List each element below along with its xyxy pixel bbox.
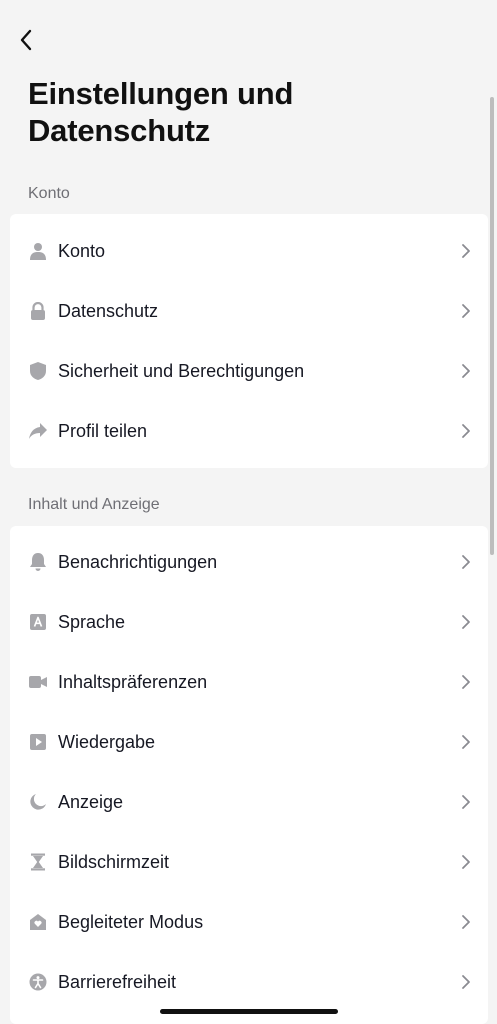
- menu-item-sicherheit[interactable]: Sicherheit und Berechtigungen: [10, 341, 488, 401]
- chevron-right-icon: [460, 854, 472, 870]
- menu-item-wiedergabe[interactable]: Wiedergabe: [10, 712, 488, 772]
- menu-item-label: Datenschutz: [58, 300, 159, 321]
- chevron-right-icon: [460, 914, 472, 930]
- menu-item-label: Barrierefreiheit: [58, 971, 177, 992]
- accessibility-icon: [28, 972, 48, 992]
- shield-icon: [28, 361, 48, 381]
- chevron-right-icon: [460, 243, 472, 259]
- chevron-right-icon: [460, 614, 472, 630]
- menu-item-label: Sicherheit und Berechtigungen: [58, 360, 305, 381]
- menu-item-label: Inhaltspräferenzen: [58, 671, 208, 692]
- menu-item-datenschutz[interactable]: Datenschutz: [10, 281, 488, 341]
- chevron-right-icon: [460, 974, 472, 990]
- section-label-konto: Konto: [28, 185, 70, 202]
- konto-card: Konto Datenschutz Sicherheit und Berecht…: [10, 214, 488, 468]
- menu-item-label: Wiedergabe: [58, 731, 156, 752]
- chevron-right-icon: [460, 734, 472, 750]
- menu-item-label: Benachrichtigungen: [58, 551, 218, 572]
- chevron-right-icon: [460, 423, 472, 439]
- menu-item-label: Begleiteter Modus: [58, 911, 204, 932]
- language-a-icon: [28, 612, 48, 632]
- chevron-right-icon: [460, 303, 472, 319]
- chevron-right-icon: [460, 363, 472, 379]
- home-indicator[interactable]: [160, 1009, 338, 1014]
- menu-item-profil-teilen[interactable]: Profil teilen: [10, 401, 488, 461]
- menu-item-anzeige[interactable]: Anzeige: [10, 772, 488, 832]
- play-square-icon: [28, 732, 48, 752]
- chevron-left-icon: [20, 29, 32, 51]
- menu-item-barrierefreiheit[interactable]: Barrierefreiheit: [10, 952, 488, 1012]
- section-label-inhalt-und-anzeige: Inhalt und Anzeige: [28, 496, 160, 513]
- house-heart-icon: [28, 912, 48, 932]
- menu-item-konto[interactable]: Konto: [10, 221, 488, 281]
- hourglass-icon: [28, 852, 48, 872]
- moon-icon: [28, 792, 48, 812]
- menu-item-bildschirmzeit[interactable]: Bildschirmzeit: [10, 832, 488, 892]
- bell-icon: [28, 552, 48, 572]
- page-title: Einstellungen und Datenschutz: [28, 76, 294, 148]
- menu-item-label: Konto: [58, 240, 106, 261]
- share-arrow-icon: [28, 421, 48, 441]
- chevron-right-icon: [460, 794, 472, 810]
- lock-icon: [28, 301, 48, 321]
- video-camera-icon: [28, 672, 48, 692]
- chevron-right-icon: [460, 554, 472, 570]
- menu-item-inhaltspraeferenzen[interactable]: Inhaltspräferenzen: [10, 652, 488, 712]
- menu-item-sprache[interactable]: Sprache: [10, 592, 488, 652]
- back-button[interactable]: [12, 26, 40, 54]
- chevron-right-icon: [460, 674, 472, 690]
- menu-item-benachrichtigungen[interactable]: Benachrichtigungen: [10, 532, 488, 592]
- menu-item-label: Sprache: [58, 611, 126, 632]
- person-icon: [28, 241, 48, 261]
- menu-item-begleiteter-modus[interactable]: Begleiteter Modus: [10, 892, 488, 952]
- menu-item-label: Anzeige: [58, 791, 124, 812]
- scrollbar[interactable]: [490, 97, 494, 555]
- inhalt-card: Benachrichtigungen Sprache Inhaltspräfer…: [10, 526, 488, 1024]
- menu-item-label: Bildschirmzeit: [58, 851, 170, 872]
- menu-item-label: Profil teilen: [58, 420, 148, 441]
